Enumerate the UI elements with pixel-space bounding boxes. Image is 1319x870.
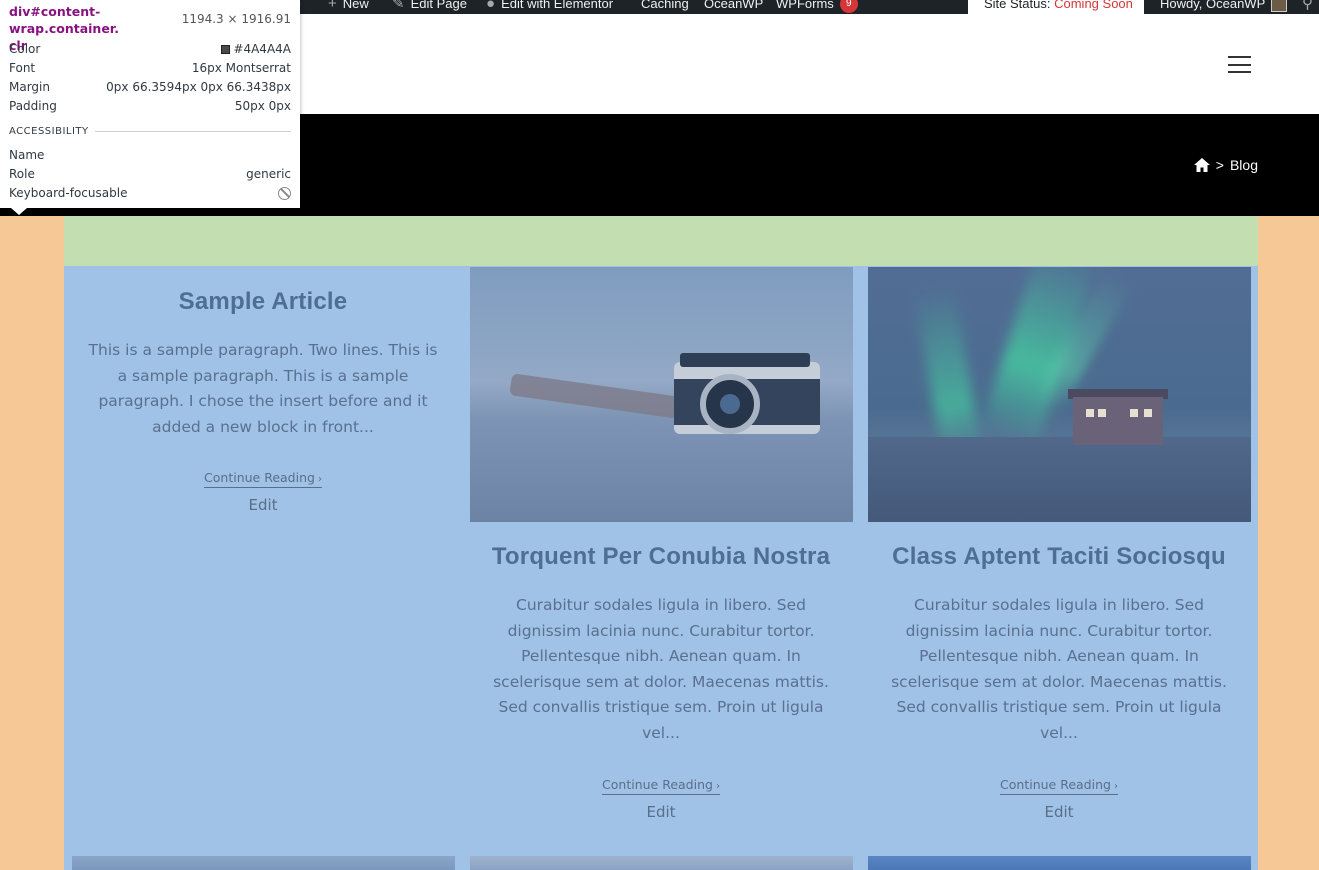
color-label: Color xyxy=(9,42,41,56)
admin-bar-new[interactable]: + New xyxy=(328,0,369,14)
entry-thumbnail[interactable] xyxy=(72,856,455,870)
camera-strap xyxy=(509,373,681,419)
admin-bar-wpforms[interactable]: WPForms 9 xyxy=(776,0,858,14)
font-value: 16px Montserrat xyxy=(191,61,291,75)
admin-bar-new-label: New xyxy=(342,0,369,11)
continue-reading-link[interactable]: Continue Reading › xyxy=(1000,777,1118,795)
admin-bar-oceanwp-label: OceanWP xyxy=(704,0,764,11)
admin-bar-caching-label: Caching xyxy=(641,0,689,11)
house-window xyxy=(1098,409,1106,417)
blog-entry: Sample Article This is a sample paragrap… xyxy=(84,288,442,514)
breadcrumb-separator: > xyxy=(1215,157,1224,173)
breadcrumb-current: Blog xyxy=(1229,157,1258,173)
admin-bar-elementor[interactable]: ● Edit with Elementor xyxy=(486,0,613,14)
menu-toggle-button[interactable] xyxy=(1228,56,1251,73)
hamburger-bar xyxy=(1228,56,1251,58)
plus-icon: + xyxy=(328,0,337,12)
site-status-label: Site Status: xyxy=(984,0,1051,11)
admin-bar-edit-page-label: Edit Page xyxy=(410,0,467,11)
tooltip-row-font: Font 16px Montserrat xyxy=(9,59,291,77)
blog-entry: Class Aptent Taciti Sociosqu Curabitur s… xyxy=(880,543,1238,821)
search-icon[interactable]: ⚲ xyxy=(1302,0,1313,12)
continue-reading-label: Continue Reading xyxy=(1000,776,1111,792)
entry-thumbnail-camera[interactable] xyxy=(470,267,853,522)
chevron-right-icon: › xyxy=(715,780,720,792)
role-value: generic xyxy=(246,167,291,181)
admin-bar-elementor-label: Edit with Elementor xyxy=(501,0,614,11)
house-window xyxy=(1086,409,1094,417)
continue-reading-label: Continue Reading xyxy=(602,776,713,792)
font-label: Font xyxy=(9,61,36,75)
tooltip-row-name: Name xyxy=(9,146,291,164)
color-swatch xyxy=(221,44,231,54)
house xyxy=(1073,397,1163,445)
tooltip-row-color: Color #4A4A4A xyxy=(9,40,291,58)
accessibility-heading: ACCESSIBILITY xyxy=(9,126,89,137)
section-divider xyxy=(94,131,291,132)
margin-label: Margin xyxy=(9,80,50,94)
tooltip-arrow xyxy=(11,208,27,215)
chevron-right-icon: › xyxy=(317,474,322,486)
admin-bar-account[interactable]: Howdy, OceanWP xyxy=(1160,0,1288,14)
site-status-value: Coming Soon xyxy=(1054,0,1133,11)
entry-title[interactable]: Sample Article xyxy=(84,288,442,316)
continue-reading-link[interactable]: Continue Reading › xyxy=(602,777,720,795)
breadcrumb: > Blog xyxy=(1193,157,1258,173)
pencil-icon: ✎ xyxy=(392,0,405,12)
focusable-label: Keyboard-focusable xyxy=(9,186,128,200)
site-status[interactable]: Site Status: Coming Soon xyxy=(968,0,1144,14)
tooltip-row-margin: Margin 0px 66.3594px 0px 66.3438px xyxy=(9,78,291,96)
name-label: Name xyxy=(9,148,45,162)
admin-bar-oceanwp[interactable]: OceanWP xyxy=(704,0,763,14)
accessibility-section: ACCESSIBILITY xyxy=(9,126,291,137)
element-dimensions: 1194.3 × 1916.91 xyxy=(181,12,291,26)
aurora-band xyxy=(913,284,983,460)
edit-link[interactable]: Edit xyxy=(880,803,1238,821)
padding-label: Padding xyxy=(9,99,57,113)
blog-entry: Torquent Per Conubia Nostra Curabitur so… xyxy=(482,543,840,821)
edit-link[interactable]: Edit xyxy=(84,496,442,514)
home-icon[interactable] xyxy=(1193,158,1210,172)
hamburger-bar xyxy=(1228,71,1251,73)
padding-value: 50px 0px xyxy=(234,99,291,113)
howdy-label: Howdy, OceanWP xyxy=(1160,0,1266,11)
ground xyxy=(868,437,1251,522)
entry-excerpt: Curabitur sodales ligula in libero. Sed … xyxy=(493,596,829,742)
entry-title[interactable]: Torquent Per Conubia Nostra xyxy=(482,543,840,571)
tooltip-row-padding: Padding 50px 0px xyxy=(9,97,291,115)
edit-link[interactable]: Edit xyxy=(482,803,840,821)
elementor-icon: ● xyxy=(486,0,496,12)
camera-lens-glass xyxy=(720,394,740,414)
continue-reading-label: Continue Reading xyxy=(204,470,315,486)
tooltip-row-focusable: Keyboard-focusable xyxy=(9,184,291,202)
selector-text: div#content-wrap.container. xyxy=(9,4,119,36)
entry-thumbnail[interactable] xyxy=(868,856,1251,870)
color-value: #4A4A4A xyxy=(233,42,291,56)
entry-thumbnail[interactable] xyxy=(470,856,853,870)
admin-bar-caching[interactable]: Caching xyxy=(641,0,689,14)
entry-thumbnail-aurora[interactable] xyxy=(868,267,1251,522)
avatar xyxy=(1271,0,1288,12)
notification-badge: 9 xyxy=(839,0,858,13)
devtools-inspect-tooltip: div#content-wrap.container. clr 1194.3 ×… xyxy=(0,0,300,208)
camera-top xyxy=(680,353,810,367)
house-window xyxy=(1130,409,1138,417)
tooltip-row-role: Role generic xyxy=(9,165,291,183)
house-window xyxy=(1144,409,1152,417)
margin-value: 0px 66.3594px 0px 66.3438px xyxy=(106,80,291,94)
entry-title[interactable]: Class Aptent Taciti Sociosqu xyxy=(880,543,1238,571)
padding-highlight xyxy=(64,216,1258,266)
hamburger-bar xyxy=(1228,63,1251,66)
entry-excerpt: Curabitur sodales ligula in libero. Sed … xyxy=(891,596,1227,742)
role-label: Role xyxy=(9,167,35,181)
not-focusable-icon xyxy=(278,186,291,200)
admin-bar-edit-page[interactable]: ✎ Edit Page xyxy=(392,0,467,14)
admin-bar-wpforms-label: WPForms xyxy=(776,0,834,11)
entry-excerpt: This is a sample paragraph. Two lines. T… xyxy=(88,341,438,436)
chevron-right-icon: › xyxy=(1113,780,1118,792)
continue-reading-link[interactable]: Continue Reading › xyxy=(204,470,322,489)
